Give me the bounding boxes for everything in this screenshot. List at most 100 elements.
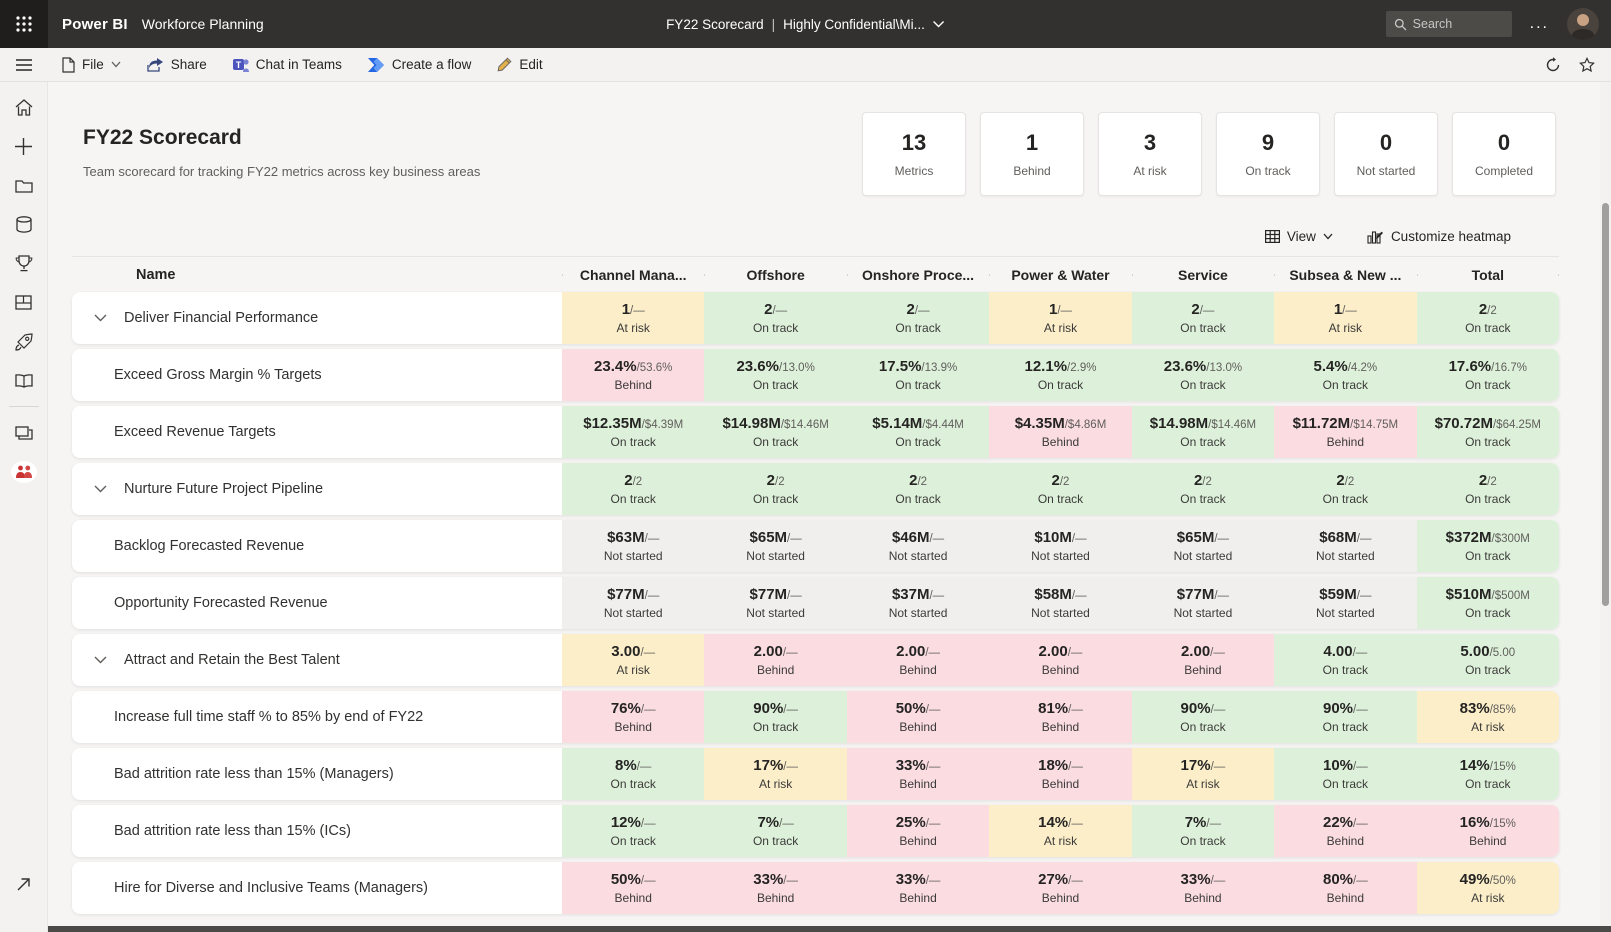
metric-name[interactable]: Deliver Financial Performance [124,310,318,326]
summary-card-at-risk[interactable]: 3 At risk [1098,112,1202,196]
table-row[interactable]: Exceed Gross Margin % Targets 23.4%/53.6… [72,349,1559,401]
view-dropdown[interactable]: View [1265,229,1333,244]
share-button[interactable]: Share [147,57,207,72]
metric-cell[interactable]: $77M/—Not started [1132,577,1274,629]
metric-cell[interactable]: 2/2On track [1417,463,1559,515]
metric-cell[interactable]: 14%/15%On track [1417,748,1559,800]
workspace-title[interactable]: Workforce Planning [142,16,264,32]
metric-cell[interactable]: 2.00/—Behind [989,634,1131,686]
workspace-avatar-icon[interactable] [0,452,48,491]
metric-cell[interactable]: 7%/—On track [1132,805,1274,857]
metric-name[interactable]: Nurture Future Project Pipeline [124,481,323,497]
metric-cell[interactable]: 2/2On track [847,463,989,515]
metric-cell[interactable]: $65M/—Not started [1132,520,1274,572]
metric-cell[interactable]: $14.98M/$14.46MOn track [1132,406,1274,458]
table-row[interactable]: Deliver Financial Performance 1/—At risk… [72,292,1559,344]
search-input[interactable]: Search [1386,11,1512,37]
metrics-icon[interactable] [0,244,48,283]
metric-cell[interactable]: 1/—At risk [989,292,1131,344]
metric-cell[interactable]: $63M/—Not started [562,520,704,572]
expand-icon[interactable] [0,865,48,904]
metric-cell[interactable]: $12.35M/$4.39MOn track [562,406,704,458]
create-icon[interactable] [0,127,48,166]
table-row[interactable]: Opportunity Forecasted Revenue $77M/—Not… [72,577,1559,629]
table-row[interactable]: Bad attrition rate less than 15% (ICs) 1… [72,805,1559,857]
metric-cell[interactable]: $37M/—Not started [847,577,989,629]
row-collapse-chevron-icon[interactable] [94,656,108,664]
nav-hamburger-icon[interactable] [0,59,48,71]
metric-cell[interactable]: 2/2On track [1417,292,1559,344]
metric-cell[interactable]: 12.1%/2.9%On track [989,349,1131,401]
table-row[interactable]: Attract and Retain the Best Talent 3.00/… [72,634,1559,686]
metric-cell[interactable]: 33%/—Behind [1132,862,1274,914]
metric-cell[interactable]: 8%/—On track [562,748,704,800]
table-row[interactable]: Hire for Diverse and Inclusive Teams (Ma… [72,862,1559,914]
file-menu-button[interactable]: File [62,57,121,73]
metric-cell[interactable]: $65M/—Not started [704,520,846,572]
vertical-scrollbar-thumb[interactable] [1602,203,1609,606]
metric-cell[interactable]: $11.72M/$14.75MBehind [1274,406,1416,458]
user-avatar[interactable] [1567,8,1599,40]
metric-cell[interactable]: 17%/—At risk [1132,748,1274,800]
app-launcher-waffle-icon[interactable] [0,0,48,48]
metric-cell[interactable]: 2.00/—Behind [847,634,989,686]
metric-cell[interactable]: $77M/—Not started [562,577,704,629]
metric-cell[interactable]: 12%/—On track [562,805,704,857]
data-hub-icon[interactable] [0,205,48,244]
metric-cell[interactable]: 50%/—Behind [847,691,989,743]
workspaces-icon[interactable] [0,413,48,452]
metric-cell[interactable]: 90%/—On track [1132,691,1274,743]
edit-button[interactable]: Edit [497,57,542,72]
metric-name[interactable]: Increase full time staff % to 85% by end… [114,709,423,725]
metric-cell[interactable]: 2/2On track [562,463,704,515]
column-header[interactable]: Onshore Proce... [847,267,989,283]
metric-cell[interactable]: 17.6%/16.7%On track [1417,349,1559,401]
metric-cell[interactable]: $77M/—Not started [704,577,846,629]
metric-cell[interactable]: 2/2On track [1274,463,1416,515]
column-header[interactable]: Subsea & New ... [1274,267,1416,283]
metric-cell[interactable]: 2.00/—Behind [704,634,846,686]
metric-cell[interactable]: 81%/—Behind [989,691,1131,743]
browse-icon[interactable] [0,166,48,205]
chevron-down-icon[interactable] [933,20,945,28]
refresh-icon[interactable] [1545,57,1561,73]
metric-cell[interactable]: 83%/85%At risk [1417,691,1559,743]
column-header[interactable]: Power & Water [989,267,1131,283]
metric-cell[interactable]: $46M/—Not started [847,520,989,572]
home-icon[interactable] [0,88,48,127]
metric-name[interactable]: Bad attrition rate less than 15% (ICs) [114,823,351,839]
table-row[interactable]: Backlog Forecasted Revenue $63M/—Not sta… [72,520,1559,572]
metric-cell[interactable]: 10%/—On track [1274,748,1416,800]
metric-cell[interactable]: 33%/—Behind [847,862,989,914]
summary-card-behind[interactable]: 1 Behind [980,112,1084,196]
column-header-name[interactable]: Name [72,267,562,283]
column-header[interactable]: Channel Mana... [562,267,704,283]
metric-cell[interactable]: 16%/15%Behind [1417,805,1559,857]
metric-name[interactable]: Opportunity Forecasted Revenue [114,595,328,611]
table-row[interactable]: Bad attrition rate less than 15% (Manage… [72,748,1559,800]
metric-name[interactable]: Exceed Revenue Targets [114,424,276,440]
deployment-pipelines-icon[interactable] [0,322,48,361]
metric-cell[interactable]: $510M/$500MOn track [1417,577,1559,629]
metric-cell[interactable]: 23.4%/53.6%Behind [562,349,704,401]
column-header[interactable]: Service [1132,267,1274,283]
metric-cell[interactable]: 7%/—On track [704,805,846,857]
summary-card-metrics[interactable]: 13 Metrics [862,112,966,196]
more-options-icon[interactable]: ... [1526,15,1553,33]
metric-cell[interactable]: 33%/—Behind [704,862,846,914]
table-row[interactable]: Nurture Future Project Pipeline 2/2On tr… [72,463,1559,515]
metric-name[interactable]: Exceed Gross Margin % Targets [114,367,322,383]
metric-cell[interactable]: 1/—At risk [1274,292,1416,344]
metric-cell[interactable]: 2/2On track [989,463,1131,515]
metric-cell[interactable]: 2/2On track [1132,463,1274,515]
metric-cell[interactable]: $14.98M/$14.46MOn track [704,406,846,458]
create-flow-button[interactable]: Create a flow [368,57,472,72]
metric-cell[interactable]: $59M/—Not started [1274,577,1416,629]
metric-cell[interactable]: 17.5%/13.9%On track [847,349,989,401]
chat-in-teams-button[interactable]: T Chat in Teams [233,57,342,73]
table-row[interactable]: Increase full time staff % to 85% by end… [72,691,1559,743]
row-collapse-chevron-icon[interactable] [94,314,108,322]
metric-cell[interactable]: 2.00/—Behind [1132,634,1274,686]
metric-cell[interactable]: 23.6%/13.0%On track [1132,349,1274,401]
metric-name[interactable]: Backlog Forecasted Revenue [114,538,304,554]
